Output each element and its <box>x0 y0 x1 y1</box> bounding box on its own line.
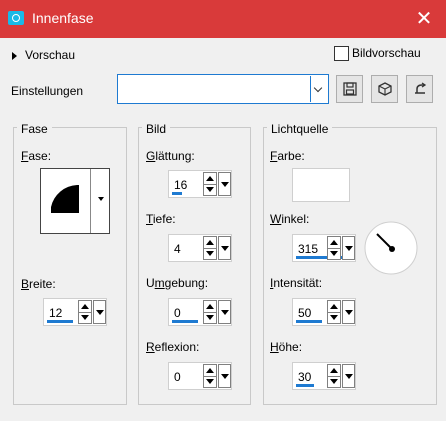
einstellungen-combobox[interactable] <box>117 74 329 104</box>
decrement-icon[interactable] <box>328 376 340 387</box>
umgebung-value[interactable]: 0 <box>174 306 181 320</box>
dropdown-arrow-icon[interactable] <box>218 300 231 324</box>
intensitaet-value[interactable]: 50 <box>298 306 311 320</box>
decrement-icon[interactable] <box>328 312 340 323</box>
reflexion-spinner[interactable]: 0 <box>168 362 232 390</box>
vorschau-label: Vorschau <box>25 48 76 62</box>
chevron-down-icon[interactable] <box>310 76 327 102</box>
dropdown-arrow-icon[interactable] <box>218 364 231 388</box>
winkel-spinner[interactable]: 315 <box>292 234 356 262</box>
resource-button[interactable] <box>371 75 398 103</box>
tiefe-label: Tiefe: <box>146 212 176 226</box>
reset-icon <box>415 82 427 94</box>
decrement-icon[interactable] <box>204 184 216 195</box>
dropdown-arrow-icon[interactable] <box>342 300 355 324</box>
decrement-icon[interactable] <box>204 248 216 259</box>
reset-button[interactable] <box>406 75 433 103</box>
winkel-angle-dial[interactable] <box>363 220 419 276</box>
winkel-label: Winkel: <box>270 212 310 226</box>
close-button[interactable]: ✕ <box>402 0 446 38</box>
reflexion-value[interactable]: 0 <box>174 370 181 384</box>
intensitaet-slider-bar[interactable] <box>296 320 322 323</box>
umgebung-spinner[interactable]: 0 <box>168 298 232 326</box>
checkbox-box[interactable] <box>334 46 349 62</box>
lichtquelle-group-title: Lichtquelle <box>267 122 333 136</box>
dropdown-arrow-icon[interactable] <box>218 172 231 196</box>
title-bar: Innenfase ✕ <box>0 0 446 38</box>
save-preset-button[interactable] <box>336 75 363 103</box>
reflexion-label: Reflexion: <box>146 340 200 354</box>
bildvorschau-checkbox[interactable]: Bildvorschau <box>334 46 421 62</box>
farbe-label: Farbe: <box>270 149 305 163</box>
breite-value[interactable]: 12 <box>49 306 62 320</box>
camera-icon <box>8 11 24 25</box>
bildvorschau-label: Bildvorschau <box>352 46 421 60</box>
glaettung-spinner[interactable]: 16 <box>168 170 232 198</box>
decrement-icon[interactable] <box>79 312 91 323</box>
fase-shape-preview <box>51 185 79 213</box>
fase-shape-picker[interactable] <box>40 168 110 234</box>
vorschau-toggle[interactable]: Vorschau <box>12 48 75 62</box>
dropdown-arrow-icon[interactable] <box>93 300 106 324</box>
tiefe-value[interactable]: 4 <box>174 242 181 256</box>
glaettung-label: Glättung: <box>146 149 195 163</box>
intensitaet-spinner[interactable]: 50 <box>292 298 356 326</box>
decrement-icon[interactable] <box>204 376 216 387</box>
cube-icon <box>378 82 392 96</box>
glaettung-value[interactable]: 16 <box>174 178 187 192</box>
decrement-icon[interactable] <box>328 248 340 259</box>
hoehe-slider-bar[interactable] <box>296 384 314 387</box>
fase-label: Fase: <box>21 149 52 163</box>
dropdown-arrow-icon[interactable] <box>342 364 355 388</box>
window-title: Innenfase <box>32 10 94 26</box>
breite-spinner[interactable]: 12 <box>43 298 107 326</box>
intensitaet-label: Intensität: <box>270 276 323 290</box>
save-icon <box>343 82 357 96</box>
umgebung-label: Umgebung: <box>146 276 209 290</box>
hoehe-spinner[interactable]: 30 <box>292 362 356 390</box>
farbe-color-swatch[interactable] <box>292 168 350 202</box>
breite-slider-bar[interactable] <box>47 320 73 323</box>
winkel-value[interactable]: 315 <box>298 242 318 256</box>
fase-group-title: Fase <box>17 122 52 136</box>
hoehe-value[interactable]: 30 <box>298 370 311 384</box>
breite-label: Breite: <box>21 277 56 291</box>
dropdown-arrow-icon[interactable] <box>218 236 231 260</box>
umgebung-slider-bar[interactable] <box>172 320 198 323</box>
hoehe-label: Höhe: <box>270 340 303 354</box>
chevron-down-icon[interactable] <box>98 197 104 201</box>
tiefe-spinner[interactable]: 4 <box>168 234 232 262</box>
glaettung-slider-bar[interactable] <box>172 192 182 195</box>
bild-group-title: Bild <box>142 122 171 136</box>
einstellungen-label: Einstellungen <box>11 84 84 98</box>
dropdown-arrow-icon[interactable] <box>342 236 355 260</box>
decrement-icon[interactable] <box>204 312 216 323</box>
expand-arrow-icon <box>12 51 17 60</box>
